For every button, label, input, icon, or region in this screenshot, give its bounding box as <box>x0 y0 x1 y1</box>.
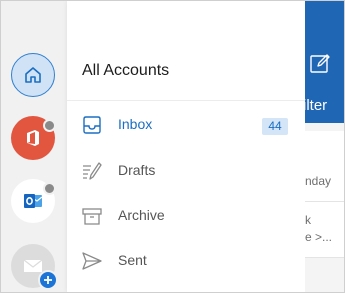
office-icon <box>27 130 39 146</box>
menu-title: All Accounts <box>82 62 170 79</box>
folder-item-drafts[interactable]: Drafts <box>67 151 305 191</box>
archive-icon <box>82 208 102 225</box>
account-all-accounts[interactable] <box>11 53 55 97</box>
message-date: nday <box>305 174 332 188</box>
unread-indicator <box>43 182 56 195</box>
home-icon <box>25 67 41 83</box>
sent-icon <box>82 252 102 270</box>
plus-icon <box>38 270 58 290</box>
folder-label: Archive <box>118 207 165 223</box>
app-frame: All Accounts Inbox 44 Drafts Archive Sen… <box>0 0 345 293</box>
account-rail <box>1 1 67 292</box>
folder-item-archive[interactable]: Archive <box>67 196 305 236</box>
folder-menu: All Accounts Inbox 44 Drafts Archive Sen… <box>67 1 305 292</box>
unread-count-badge: 44 <box>262 118 288 135</box>
message-row[interactable]: k e >... <box>305 202 344 258</box>
folder-label: Drafts <box>118 162 156 178</box>
drafts-icon <box>83 162 102 180</box>
outlook-icon <box>24 194 43 208</box>
message-preview: k <box>305 213 311 227</box>
filter-button[interactable]: ilter <box>303 97 327 114</box>
compose-icon[interactable] <box>309 53 331 75</box>
folder-label: Inbox <box>118 116 153 132</box>
divider <box>67 100 305 101</box>
account-outlook[interactable] <box>11 179 56 223</box>
message-row[interactable]: nday <box>305 131 344 202</box>
folder-item-sent[interactable]: Sent <box>67 241 305 281</box>
mail-header: ilter <box>303 1 344 123</box>
account-office[interactable] <box>11 116 56 160</box>
folder-item-inbox[interactable]: Inbox 44 <box>67 105 305 145</box>
message-preview: e >... <box>305 230 333 244</box>
inbox-icon <box>83 116 101 134</box>
add-account-button[interactable] <box>11 244 58 290</box>
folder-label: Sent <box>118 252 147 268</box>
background-mail-view: ilter nday k e >... <box>303 1 344 292</box>
unread-indicator <box>43 119 56 132</box>
